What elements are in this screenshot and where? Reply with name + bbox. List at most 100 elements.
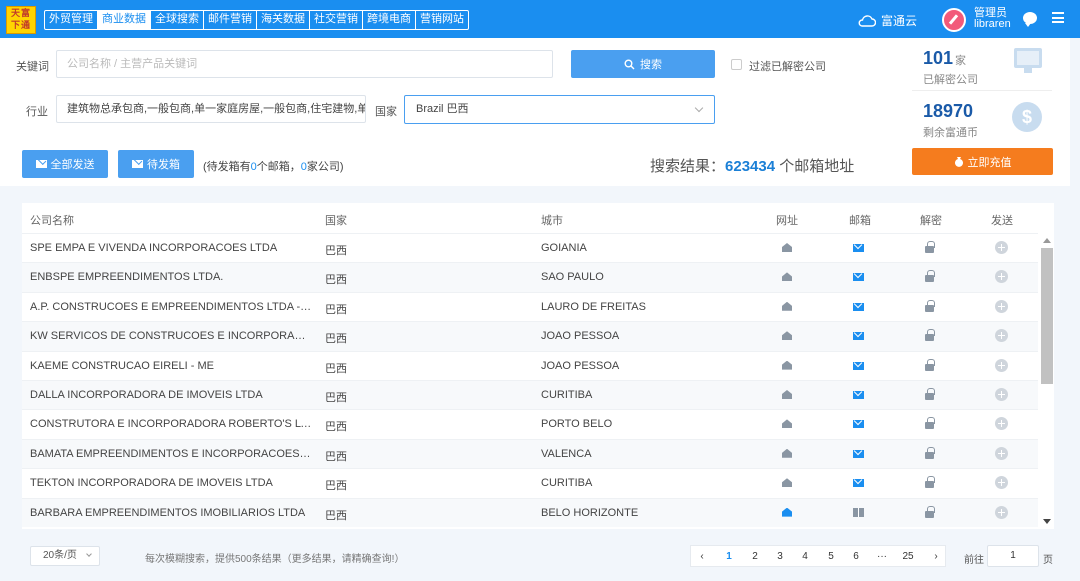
table-row[interactable]: KAEME CONSTRUCAO EIRELI - ME 巴西 JOAO PESSO… [22,350,1038,380]
chat-icon[interactable] [1023,12,1037,27]
website-home-icon[interactable] [782,390,792,399]
user-avatar[interactable] [942,8,966,32]
page-number[interactable]: 6 [849,551,863,562]
email-envelope-icon[interactable] [853,420,864,429]
nav-tab[interactable]: 外贸管理 [45,11,98,29]
add-send-icon[interactable] [995,270,1008,284]
company-city: PORTO BELO [541,418,613,431]
cloud-label: 富通云 [881,14,918,28]
filter-decrypted-checkbox[interactable] [731,59,742,70]
page-number[interactable]: 2 [748,551,762,562]
col-send: 发送 [991,215,1013,227]
website-home-icon[interactable] [782,448,792,458]
company-name: ENBSPE EMPREENDIMENTOS LTDA. [30,271,224,284]
add-send-icon[interactable] [995,476,1008,490]
nav-tab[interactable]: 邮件营销 [204,11,257,29]
company-city: JOAO PESSOA [541,359,620,372]
goto-page-input[interactable]: 1 [987,545,1039,567]
page-number[interactable]: 3 [773,551,787,562]
email-envelope-icon[interactable] [853,479,864,488]
add-send-icon[interactable] [995,299,1008,313]
website-home-icon[interactable] [782,419,792,429]
menu-icon[interactable] [1052,12,1064,23]
add-send-icon[interactable] [995,358,1008,372]
page-size-select[interactable]: 20条/页 [30,546,100,566]
table-row[interactable]: DALLA INCORPORADORA DE IMOVEIS LTDA 巴西 CUR… [22,380,1038,410]
recharge-button[interactable]: 立即充值 [912,148,1053,175]
lock-icon[interactable] [925,241,935,253]
lock-icon[interactable] [925,358,935,371]
keyword-input[interactable]: 公司名称 / 主营产品关键词 [56,50,553,78]
table-row[interactable]: BAMATA EMPREENDIMENTOS E INCORPORACOES L… [22,438,1038,469]
table-row[interactable]: A.P. CONSTRUCOES E EMPREENDIMENTOS LTDA … [22,291,1038,321]
scrollbar-thumb[interactable] [1041,248,1053,384]
add-send-icon[interactable] [995,241,1008,254]
website-home-icon[interactable] [782,301,792,311]
page-unit-label: 页 [1043,555,1053,566]
email-envelope-icon[interactable] [853,332,864,341]
prev-page-button[interactable]: ‹ [695,551,709,562]
website-home-icon[interactable] [782,272,792,282]
page-number[interactable]: 4 [798,551,812,562]
envelope-icon [35,160,47,168]
app-logo[interactable]: 天富 下通 [6,6,36,34]
lock-icon[interactable] [925,446,935,459]
table-row[interactable]: CONSTRUTORA E INCORPORADORA ROBERTO'S LT… [22,409,1038,438]
nav-tab[interactable]: 跨境电商 [363,11,416,29]
lock-icon[interactable] [925,329,935,342]
email-envelope-icon[interactable] [853,361,864,370]
table-row[interactable]: BARBARA EMPREENDIMENTOS IMOBILIARIOS LTD… [22,497,1038,527]
company-name: CONSTRUTORA E INCORPORADORA ROBERTO'S LT… [30,418,312,431]
add-send-icon[interactable] [995,417,1008,431]
coins-count: 18970 [923,101,974,121]
nav-tab[interactable]: 社交营销 [310,11,363,29]
industry-field[interactable]: 建筑物总承包商,一般包商,单一家庭房屋,一般包商,住宅建物,单一 [56,95,366,123]
add-send-icon[interactable] [995,388,1008,401]
user-info[interactable]: 管理员 libraren [974,8,1011,30]
scroll-down-arrow-icon[interactable] [1043,519,1051,524]
outbox-button[interactable]: 待发箱 [118,150,194,178]
table-row[interactable]: ENBSPE EMPREENDIMENTOS LTDA. 巴西 SAO PAULO [22,262,1038,292]
page-number[interactable]: 1 [722,551,736,562]
table-row[interactable]: SPE EMPA E VIVENDA INCORPORACOES LTDA 巴西 G… [22,233,1038,262]
email-envelope-icon[interactable] [853,302,864,311]
email-envelope-icon[interactable] [853,244,864,252]
country-value: Brazil 巴西 [416,103,469,115]
lock-icon[interactable] [925,476,935,489]
lock-icon[interactable] [925,270,935,283]
table-row[interactable]: KW SERVICOS DE CONSTRUCOES E INCORPORACO… [22,321,1038,351]
lock-icon[interactable] [925,388,935,400]
lock-icon[interactable] [925,417,935,430]
website-home-icon[interactable] [782,478,792,488]
website-home-icon[interactable] [782,360,792,370]
nav-tab[interactable]: 商业数据 [98,11,151,29]
next-page-button[interactable]: › [929,551,943,562]
page-number[interactable]: 5 [824,551,838,562]
nav-tab[interactable]: 营销网站 [416,11,468,29]
monitor-icon [1014,48,1042,73]
nav-tab[interactable]: 海关数据 [257,11,310,29]
email-envelope-icon[interactable] [853,449,864,458]
page-number[interactable]: 25 [901,551,915,562]
lock-icon[interactable] [925,505,935,518]
company-country: 巴西 [325,303,347,316]
add-send-icon[interactable] [995,446,1008,460]
gift-icon[interactable] [853,507,864,517]
email-envelope-icon[interactable] [853,273,864,282]
search-button[interactable]: 搜索 [571,50,715,78]
company-city: JOAO PESSOA [541,330,620,343]
nav-tab[interactable]: 全球搜索 [151,11,204,29]
email-envelope-icon[interactable] [853,391,864,399]
scroll-up-arrow-icon[interactable] [1043,238,1051,243]
add-send-icon[interactable] [995,505,1008,519]
add-send-icon[interactable] [995,329,1008,343]
page-number[interactable]: ··· [875,551,889,562]
lock-icon[interactable] [925,299,935,312]
send-all-button[interactable]: 全部发送 [22,150,108,178]
website-home-icon[interactable] [782,507,792,517]
website-home-icon[interactable] [782,243,792,252]
website-home-icon[interactable] [782,331,792,341]
table-row[interactable]: TEKTON INCORPORADORA DE IMOVEIS LTDA 巴西 CU… [22,468,1038,497]
country-select[interactable]: Brazil 巴西 [404,95,715,124]
cloud-link[interactable]: 富通云 [858,12,917,29]
